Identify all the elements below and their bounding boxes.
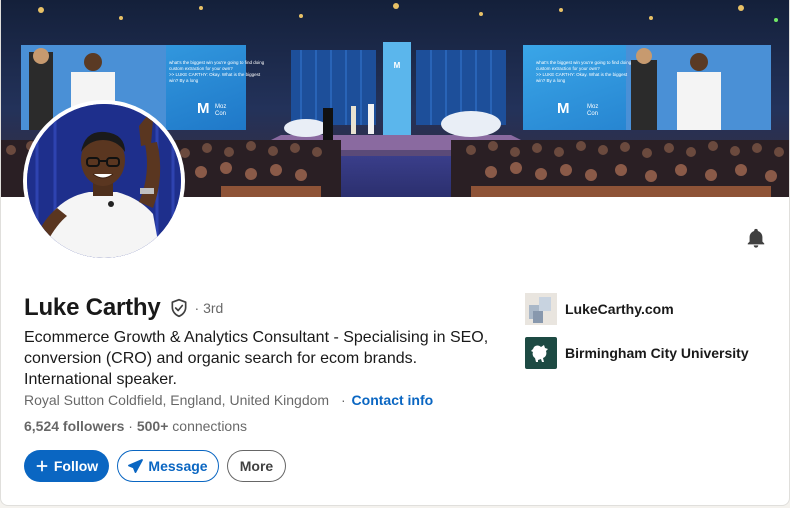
message-label: Message: [148, 458, 208, 474]
university-crest-icon: [525, 337, 557, 369]
plus-icon: [35, 459, 49, 473]
bell-icon: [745, 227, 767, 249]
send-icon: [128, 458, 144, 474]
connection-degree: · 3rd: [194, 300, 224, 316]
banner-brand-1: Moz: [215, 104, 226, 110]
company-logo-icon: [525, 293, 557, 325]
svg-text:M: M: [197, 100, 210, 117]
banner-caption-2: custom extraction for your own?: [169, 66, 233, 71]
message-button[interactable]: Message: [117, 450, 219, 482]
banner-brand-2: Con: [215, 111, 226, 117]
more-button[interactable]: More: [227, 450, 286, 482]
verified-shield-icon[interactable]: [169, 298, 189, 318]
profile-avatar[interactable]: [23, 100, 185, 262]
location-separator: ·: [340, 392, 346, 408]
university-name: Birmingham City University: [565, 345, 749, 361]
followers-count[interactable]: 6,524 followers: [24, 418, 124, 434]
connections-label: connections: [168, 418, 247, 434]
svg-text:what's the biggest win you're: what's the biggest win you're going to f…: [536, 60, 632, 65]
svg-text:M: M: [557, 100, 570, 117]
stats-separator: ·: [124, 418, 137, 434]
company-name: LukeCarthy.com: [565, 301, 674, 317]
stats-row: 6,524 followers · 500+ connections: [24, 418, 247, 434]
contact-info-link[interactable]: Contact info: [352, 392, 434, 408]
banner-caption-1: what's the biggest win you're going to f…: [169, 60, 265, 65]
profile-name: Luke Carthy: [24, 294, 161, 321]
follow-button[interactable]: Follow: [24, 450, 109, 482]
current-company-link[interactable]: LukeCarthy.com: [525, 293, 674, 325]
profile-actions: Follow Message More: [24, 450, 286, 482]
more-label: More: [239, 458, 274, 474]
connections-count: 500+: [136, 418, 169, 434]
svg-text:win? By a long: win? By a long: [536, 78, 566, 83]
notification-bell-button[interactable]: [739, 221, 773, 255]
svg-text:Con: Con: [587, 111, 598, 117]
name-row: Luke Carthy · 3rd: [24, 294, 223, 322]
profile-card: M what's the biggest win you're going to…: [0, 0, 790, 506]
follow-label: Follow: [53, 458, 99, 474]
banner-caption-4: win? By a long: [169, 78, 199, 83]
svg-text:custom extraction for your own: custom extraction for your own?: [536, 66, 600, 71]
profile-headline: Ecommerce Growth & Analytics Consultant …: [24, 329, 489, 388]
education-link[interactable]: Birmingham City University: [525, 337, 749, 369]
profile-location: Royal Sutton Coldfield, England, United …: [24, 392, 330, 408]
svg-text:>> LUKE CARTHY: Okay. What is: >> LUKE CARTHY: Okay. What is the bigges…: [536, 72, 628, 77]
svg-text:Moz: Moz: [587, 104, 598, 110]
banner-caption-3: >> LUKE CARTHY: Okay. What is the bigges…: [169, 72, 261, 77]
location-row: Royal Sutton Coldfield, England, United …: [24, 392, 433, 408]
svg-text:M: M: [394, 61, 401, 70]
profile-photo: [27, 104, 181, 258]
